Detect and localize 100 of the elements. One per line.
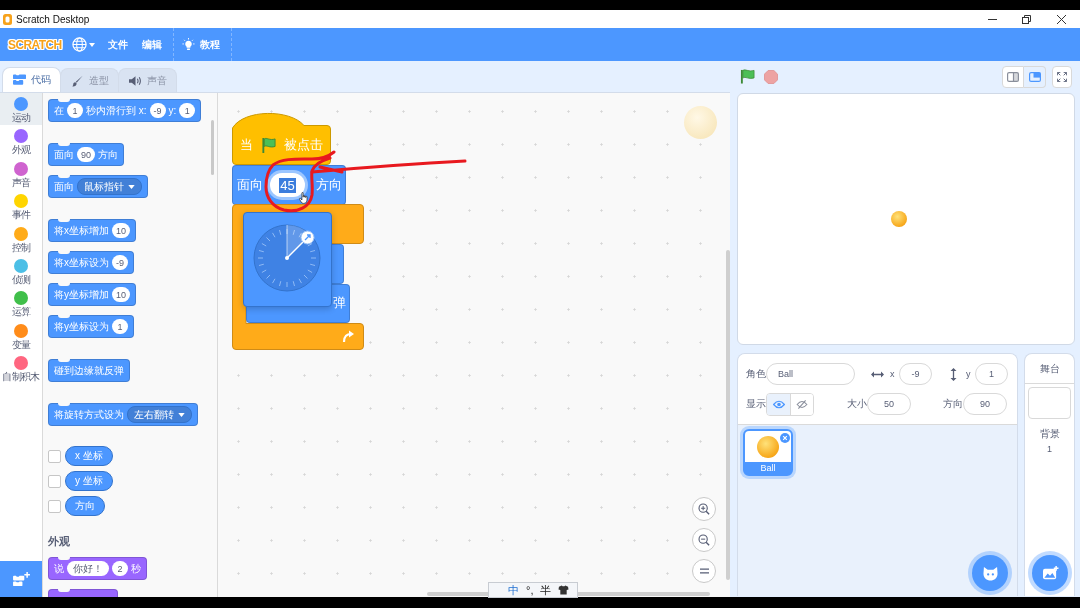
- category-item[interactable]: 运算: [0, 287, 42, 320]
- shirt-icon[interactable]: [558, 585, 570, 595]
- zoom-in-button[interactable]: [692, 497, 716, 521]
- close-icon[interactable]: [1057, 14, 1066, 24]
- ball-sprite[interactable]: [891, 211, 907, 227]
- field-label: y: [966, 369, 972, 379]
- zoom-reset-button[interactable]: [692, 559, 716, 583]
- block-label: 将y坐标增加: [54, 287, 109, 302]
- ime-width-button[interactable]: 半: [540, 583, 552, 597]
- app-icon: [3, 13, 12, 25]
- small-stage-icon: [1007, 71, 1019, 82]
- window-title: Scratch Desktop: [16, 13, 90, 25]
- editor-tab[interactable]: 代码: [2, 67, 61, 92]
- show-toggle-button[interactable]: [767, 393, 790, 415]
- number-input[interactable]: 45: [270, 173, 305, 197]
- ime-language-button[interactable]: 中: [508, 583, 519, 597]
- globe-icon: [72, 37, 87, 52]
- dropdown-menu[interactable]: 左右翻转: [127, 406, 192, 423]
- direction-field[interactable]: 90: [963, 393, 1007, 415]
- code-block[interactable]: [48, 589, 118, 597]
- maximize-icon[interactable]: [1022, 14, 1031, 24]
- field-label: 方向: [943, 397, 963, 411]
- number-input[interactable]: -9: [112, 255, 128, 270]
- horizontal-arrow-icon: [871, 370, 884, 378]
- category-item[interactable]: 控制: [0, 222, 42, 255]
- stop-icon[interactable]: [764, 69, 778, 84]
- backdrop-thumbnail[interactable]: [1028, 387, 1071, 419]
- block-label: 将x坐标增加: [54, 223, 109, 238]
- eye-icon: [772, 399, 785, 409]
- category-item[interactable]: 外观: [0, 125, 42, 158]
- code-block[interactable]: 将旋转方式设为 左右翻转: [48, 403, 198, 426]
- code-block[interactable]: 将y坐标设为 1: [48, 315, 134, 338]
- code-block[interactable]: 将y坐标增加 10: [48, 283, 136, 306]
- hidden-eye-icon: [796, 399, 808, 409]
- fullscreen-button[interactable]: [1052, 65, 1072, 88]
- backdrops-label: 背景: [1039, 427, 1060, 441]
- delete-icon[interactable]: [780, 433, 790, 443]
- block-label: 方向: [98, 147, 118, 162]
- number-input[interactable]: -9: [149, 103, 166, 118]
- sprite-name-field[interactable]: Ball: [766, 363, 855, 385]
- language-button[interactable]: [72, 34, 95, 55]
- code-block[interactable]: 面向 90 方向: [48, 143, 124, 166]
- block-label: 将y坐标设为: [54, 319, 109, 334]
- flag-icon[interactable]: [740, 69, 755, 84]
- category-item[interactable]: 变量: [0, 319, 42, 353]
- ball-icon: [757, 435, 779, 458]
- scrollbar[interactable]: [726, 250, 730, 580]
- code-block[interactable]: 将x坐标设为 -9: [48, 251, 134, 274]
- block-label: 将旋转方式设为: [54, 407, 124, 422]
- stage-layout-button[interactable]: [1024, 65, 1046, 88]
- size-field[interactable]: 50: [867, 393, 911, 415]
- number-input[interactable]: 1: [179, 103, 196, 118]
- scrollbar[interactable]: [211, 120, 214, 175]
- text-input[interactable]: 你好！: [67, 561, 109, 576]
- number-input[interactable]: 1: [112, 319, 128, 334]
- hide-toggle-button[interactable]: [790, 393, 813, 415]
- number-input[interactable]: 1: [67, 103, 83, 118]
- code-block[interactable]: 面向 鼠标指针: [48, 175, 148, 198]
- number-input[interactable]: 10: [112, 223, 130, 238]
- caret-icon: [89, 42, 95, 47]
- image-icon: [1041, 565, 1059, 581]
- category-item[interactable]: 自制积木: [0, 352, 42, 385]
- checkbox[interactable]: [48, 499, 61, 513]
- backdrop-count: 1: [1047, 444, 1052, 454]
- block-label: 当: [240, 136, 253, 154]
- number-input[interactable]: 2: [112, 561, 128, 576]
- fullscreen-icon: [1057, 71, 1067, 82]
- field-label: 角色: [746, 367, 766, 381]
- code-block[interactable]: 将x坐标增加 10: [48, 219, 136, 242]
- block-label: y:: [168, 105, 177, 116]
- extension-button[interactable]: [0, 561, 42, 597]
- category-item[interactable]: 声音: [0, 157, 42, 191]
- y-field[interactable]: 1: [975, 363, 1008, 385]
- zoom-out-icon: [698, 534, 710, 546]
- block-label: 被点击: [284, 136, 323, 154]
- number-input[interactable]: 10: [112, 287, 130, 302]
- block-label: 面向: [54, 179, 74, 194]
- checkbox[interactable]: [48, 474, 61, 488]
- category-item[interactable]: 运动: [0, 93, 42, 126]
- caret-icon: [128, 184, 135, 189]
- block-label: 秒内滑行到 x:: [86, 103, 147, 118]
- field-label: x: [890, 369, 896, 379]
- sprite-preview-icon: [684, 106, 717, 139]
- block-label: 方向: [316, 176, 342, 194]
- code-block[interactable]: 面向 45 方向: [232, 165, 346, 205]
- code-block[interactable]: 说 你好！ 2 秒: [48, 557, 147, 580]
- ime-punctuation-button[interactable]: °,: [526, 583, 534, 597]
- category-item[interactable]: 侦测: [0, 254, 42, 288]
- dropdown-menu[interactable]: 鼠标指针: [77, 178, 142, 195]
- category-item[interactable]: 事件: [0, 190, 42, 223]
- caret-icon: [178, 412, 185, 417]
- checkbox[interactable]: [48, 449, 61, 463]
- dial-pointer[interactable]: [285, 224, 315, 260]
- category-heading: 外观: [48, 534, 71, 548]
- code-block[interactable]: 在 1 秒内滑行到 x: -9 y: 1: [48, 99, 202, 122]
- x-field[interactable]: -9: [899, 363, 932, 385]
- stage-layout-button[interactable]: [1002, 65, 1024, 88]
- block-label: 秒: [131, 561, 141, 576]
- number-input[interactable]: 90: [77, 147, 95, 162]
- zoom-out-button[interactable]: [692, 528, 716, 552]
